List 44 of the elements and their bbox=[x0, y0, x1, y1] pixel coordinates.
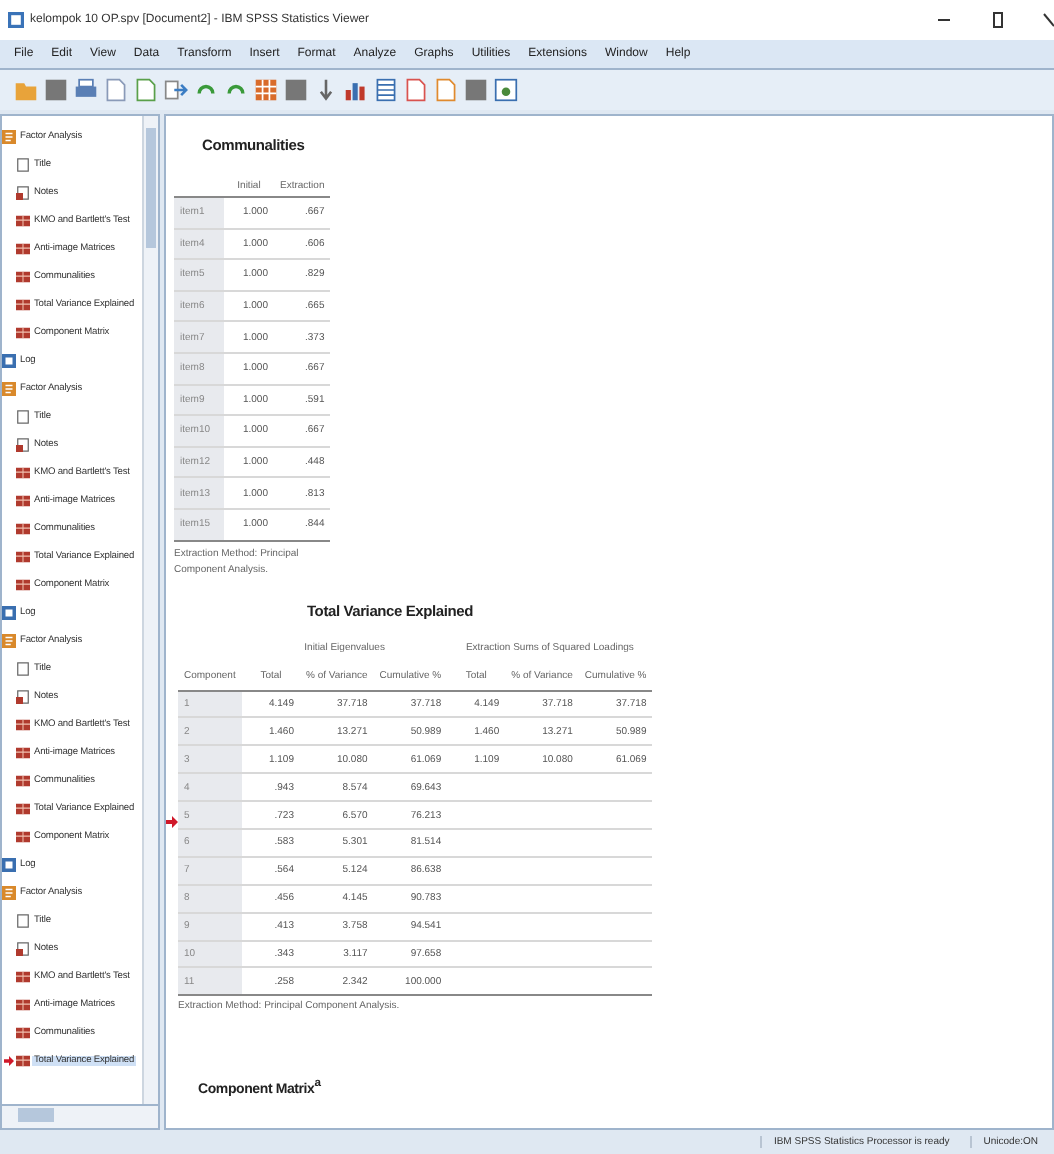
table-icon bbox=[16, 969, 30, 983]
notes-icon bbox=[16, 941, 30, 955]
table-icon bbox=[16, 521, 30, 535]
notes-icon bbox=[16, 185, 30, 199]
square-icon[interactable] bbox=[44, 76, 68, 104]
window-icon[interactable] bbox=[494, 76, 518, 104]
page-icon bbox=[16, 157, 30, 171]
document-icon[interactable] bbox=[404, 76, 428, 104]
down-arrow-icon[interactable] bbox=[314, 76, 338, 104]
table-icon bbox=[16, 997, 30, 1011]
square-icon[interactable] bbox=[464, 76, 488, 104]
arrow-icon[interactable] bbox=[164, 76, 188, 104]
document-icon[interactable] bbox=[104, 76, 128, 104]
scrollbar-thumb[interactable] bbox=[18, 1108, 54, 1122]
grid-icon[interactable] bbox=[254, 76, 278, 104]
page-icon bbox=[16, 661, 30, 675]
table-icon[interactable] bbox=[374, 76, 398, 104]
page-icon bbox=[16, 409, 30, 423]
table-icon bbox=[16, 549, 30, 563]
notes-icon bbox=[16, 689, 30, 703]
table-icon bbox=[16, 1025, 30, 1039]
table-icon bbox=[16, 241, 30, 255]
table-icon bbox=[16, 325, 30, 339]
table-icon bbox=[16, 213, 30, 227]
table-icon bbox=[16, 801, 30, 815]
table-icon bbox=[16, 773, 30, 787]
scrollbar-thumb[interactable] bbox=[146, 128, 156, 248]
table-icon bbox=[16, 577, 30, 591]
table-icon bbox=[16, 493, 30, 507]
table-icon bbox=[16, 465, 30, 479]
maximize-icon[interactable] bbox=[988, 10, 1008, 30]
document-icon[interactable] bbox=[134, 76, 158, 104]
square-icon[interactable] bbox=[284, 76, 308, 104]
table-icon bbox=[16, 717, 30, 731]
table-icon bbox=[16, 829, 30, 843]
document-icon[interactable] bbox=[434, 76, 458, 104]
page-icon bbox=[16, 913, 30, 927]
table-icon bbox=[16, 269, 30, 283]
table-icon bbox=[16, 297, 30, 311]
table-icon bbox=[16, 1053, 30, 1067]
notes-icon bbox=[16, 437, 30, 451]
close-icon[interactable] bbox=[1042, 10, 1054, 30]
table-icon bbox=[16, 745, 30, 759]
app-icon bbox=[8, 12, 24, 28]
